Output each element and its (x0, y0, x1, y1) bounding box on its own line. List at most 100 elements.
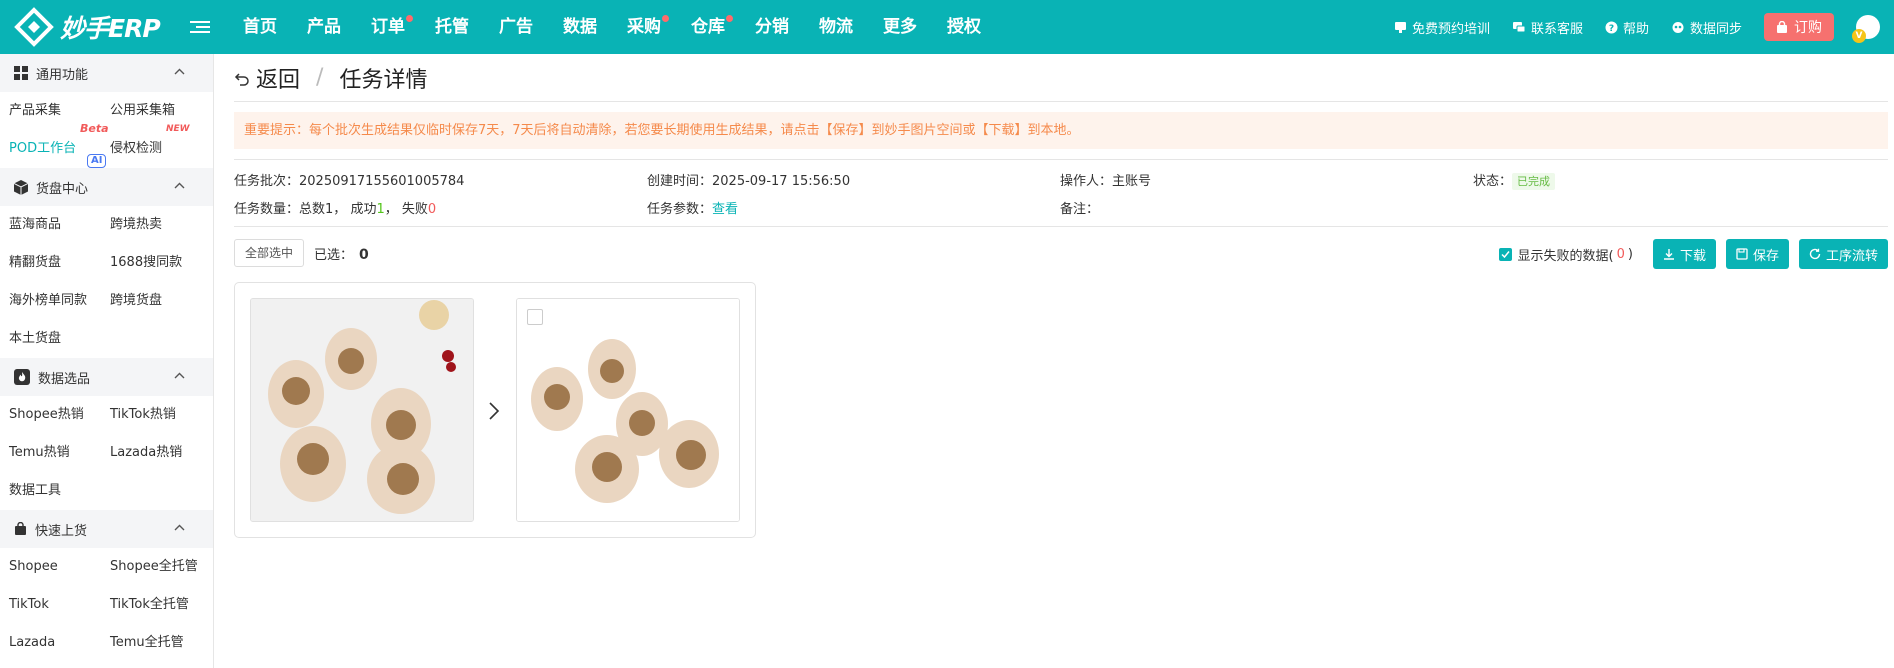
task-count: 任务数量：总数1， 成功1， 失败0 (234, 202, 437, 217)
result-card (234, 282, 756, 538)
ai-badge: AI (87, 154, 107, 168)
sidebar-item-local-supply[interactable]: 本土货盘 (9, 320, 110, 358)
sidebar-item-shopee[interactable]: Shopee (9, 548, 110, 586)
checkbox-checked[interactable] (1498, 247, 1512, 261)
nav-item-hosting[interactable]: 托管 (420, 0, 484, 54)
main-nav: 首页 产品 订单 托管 广告 数据 采购 仓库 分销 物流 更多 授权 (228, 0, 996, 54)
created-time: 创建时间：2025-09-17 15:56:50 (647, 174, 851, 189)
nav-item-home[interactable]: 首页 (228, 0, 292, 54)
chevron-up-icon (174, 524, 185, 531)
operator: 操作人：主账号 (1060, 174, 1152, 189)
data-sync-link[interactable]: 数据同步 (1671, 18, 1742, 37)
back-button[interactable]: 返回 (234, 62, 300, 94)
result-image[interactable] (516, 298, 740, 522)
sidebar-item-public-collect-box[interactable]: 公用采集箱 (110, 92, 211, 130)
divider (234, 226, 1888, 227)
sidebar-item-shopee-full-hosting[interactable]: Shopee全托管 (110, 548, 211, 586)
nav-item-purchase[interactable]: 采购 (612, 0, 676, 54)
chevron-right-icon (489, 402, 500, 420)
baby-shoes-image (251, 299, 473, 521)
check-icon (1500, 250, 1510, 258)
nav-item-warehouse[interactable]: 仓库 (676, 0, 740, 54)
buy-button[interactable]: 订购 (1764, 13, 1834, 41)
logo[interactable]: 妙手ERP (0, 0, 182, 54)
remark: 备注： (1060, 202, 1100, 217)
download-icon (1663, 249, 1674, 260)
svg-text:?: ? (1609, 24, 1614, 34)
help-icon: ? (1605, 21, 1618, 34)
sidebar-item-cross-border-hot[interactable]: 跨境热卖 (110, 206, 211, 244)
training-link[interactable]: 免费预约培训 (1394, 18, 1490, 37)
vip-badge: V (1852, 29, 1866, 43)
sidebar-item-tiktok[interactable]: TikTok (9, 586, 110, 624)
selected-count: 已选： 0 (314, 246, 369, 263)
nav-item-products[interactable]: 产品 (292, 0, 356, 54)
sidebar-item-1688-same[interactable]: 1688搜同款 (110, 244, 211, 282)
page-header: 返回 / 任务详情 (234, 54, 1888, 102)
top-navbar: 妙手ERP 首页 产品 订单 托管 广告 数据 采购 仓库 分销 物流 更多 授… (0, 0, 1894, 54)
main-content: 返回 / 任务详情 重要提示：每个批次生成结果仅临时保存7天，7天后将自动清除，… (234, 54, 1888, 668)
help-link[interactable]: ? 帮助 (1605, 18, 1649, 37)
chevron-up-icon (174, 68, 185, 75)
task-batch: 任务批次：20250917155601005784 (234, 174, 465, 189)
sidebar-item-infringement-check[interactable]: 侵权检测 NEW AI (87, 124, 211, 168)
sidebar-item-blue-ocean[interactable]: 蓝海商品 (9, 206, 110, 244)
workflow-button[interactable]: 工序流转 (1798, 239, 1888, 269)
nav-item-logistics[interactable]: 物流 (804, 0, 868, 54)
shopping-bag-icon (1777, 20, 1787, 33)
sidebar-item-overseas-ranking[interactable]: 海外榜单同款 (9, 282, 110, 320)
task-params: 任务参数：查看 (647, 202, 739, 217)
nav-item-orders[interactable]: 订单 (356, 0, 420, 54)
sidebar-section-quick-listing[interactable]: 快速上货 (0, 510, 213, 548)
source-image[interactable] (250, 298, 474, 522)
notification-dot (726, 15, 733, 22)
sidebar-item-lazada-hot[interactable]: Lazada热销 (110, 434, 211, 472)
sync-icon (1672, 21, 1684, 33)
cube-icon (14, 179, 28, 195)
task-info: 任务批次：20250917155601005784 创建时间：2025-09-1… (234, 160, 1888, 226)
avatar[interactable]: V (1852, 15, 1880, 43)
top-right-actions: 免费预约培训 联系客服 ? 帮助 数据同步 订购 V (1394, 0, 1894, 54)
menu-toggle-icon[interactable] (190, 21, 210, 33)
chevron-up-icon (174, 182, 185, 189)
nav-item-distribution[interactable]: 分销 (740, 0, 804, 54)
download-button[interactable]: 下载 (1652, 239, 1716, 269)
nav-item-authorize[interactable]: 授权 (932, 0, 996, 54)
sidebar-section-data-selection[interactable]: 数据选品 (0, 358, 213, 396)
status-badge: 已完成 (1512, 173, 1556, 190)
sidebar-item-tiktok-full-hosting[interactable]: TikTok全托管 (110, 586, 211, 624)
sidebar-item-refined-supply[interactable]: 精翻货盘 (9, 244, 110, 282)
page-title: 任务详情 (339, 67, 428, 93)
support-link[interactable]: 联系客服 (1512, 18, 1583, 37)
sidebar-item-cross-border-supply[interactable]: 跨境货盘 (110, 282, 211, 320)
sidebar-item-data-tools[interactable]: 数据工具 (9, 472, 110, 510)
sidebar-item-temu-full-hosting[interactable]: Temu全托管 (110, 624, 211, 662)
nav-item-data[interactable]: 数据 (548, 0, 612, 54)
sidebar-item-lazada[interactable]: Lazada (9, 624, 110, 662)
view-params-link[interactable]: 查看 (712, 202, 738, 217)
sidebar-item-shopee-hot[interactable]: Shopee热销 (9, 396, 110, 434)
back-arrow-icon (234, 72, 249, 86)
select-all-button[interactable]: 全部选中 (234, 239, 305, 267)
baby-shoes-image (517, 299, 739, 521)
nav-item-ads[interactable]: 广告 (484, 0, 548, 54)
result-checkbox[interactable] (527, 309, 543, 325)
new-badge: NEW (166, 124, 190, 134)
sidebar-section-general[interactable]: 通用功能 (0, 54, 213, 92)
nav-item-more[interactable]: 更多 (868, 0, 932, 54)
chevron-up-icon (174, 372, 185, 379)
monitor-icon (1394, 21, 1406, 33)
notification-dot (406, 15, 413, 22)
sidebar: 通用功能 产品采集 公用采集箱 POD工作台 Beta 侵权检测 NEW AI 货盘中… (0, 54, 214, 668)
important-notice: 重要提示：每个批次生成结果仅临时保存7天，7天后将自动清除，若您要长期使用生成结… (234, 112, 1888, 149)
refresh-icon (1809, 248, 1821, 260)
save-button[interactable]: 保存 (1725, 239, 1789, 269)
sidebar-item-temu-hot[interactable]: Temu热销 (9, 434, 110, 472)
breadcrumb-separator: / (316, 65, 324, 90)
sidebar-item-tiktok-hot[interactable]: TikTok热销 (110, 396, 211, 434)
grid-icon (14, 66, 28, 80)
shopping-bag-icon (15, 522, 26, 535)
status: 状态： 已完成 (1473, 170, 1556, 194)
sidebar-section-supply[interactable]: 货盘中心 (0, 168, 213, 206)
show-failed-toggle[interactable]: 显示失败的数据(0) (1498, 245, 1633, 264)
